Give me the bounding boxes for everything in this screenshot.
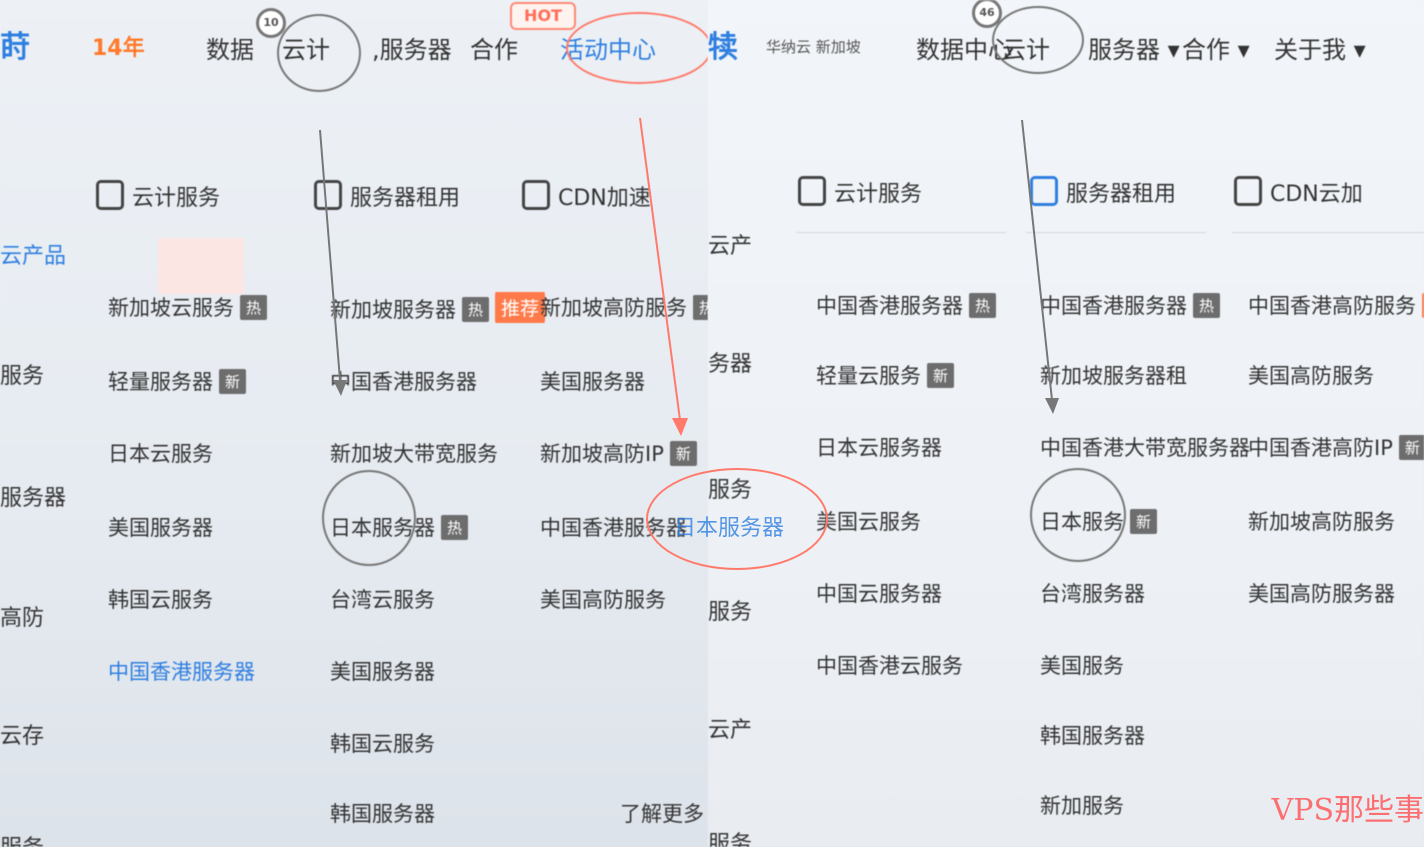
red-arrow-head-icon <box>672 418 688 436</box>
watermark: VPS那些事 <box>1271 793 1424 828</box>
gray-arrow-head-icon <box>1045 398 1059 414</box>
annotation-arrows <box>319 117 1059 436</box>
red-arrow-line <box>639 117 681 421</box>
gray-arrow-line <box>1021 119 1053 401</box>
gray-arrow-line <box>319 129 341 381</box>
gray-arrow-head-icon <box>333 380 347 396</box>
